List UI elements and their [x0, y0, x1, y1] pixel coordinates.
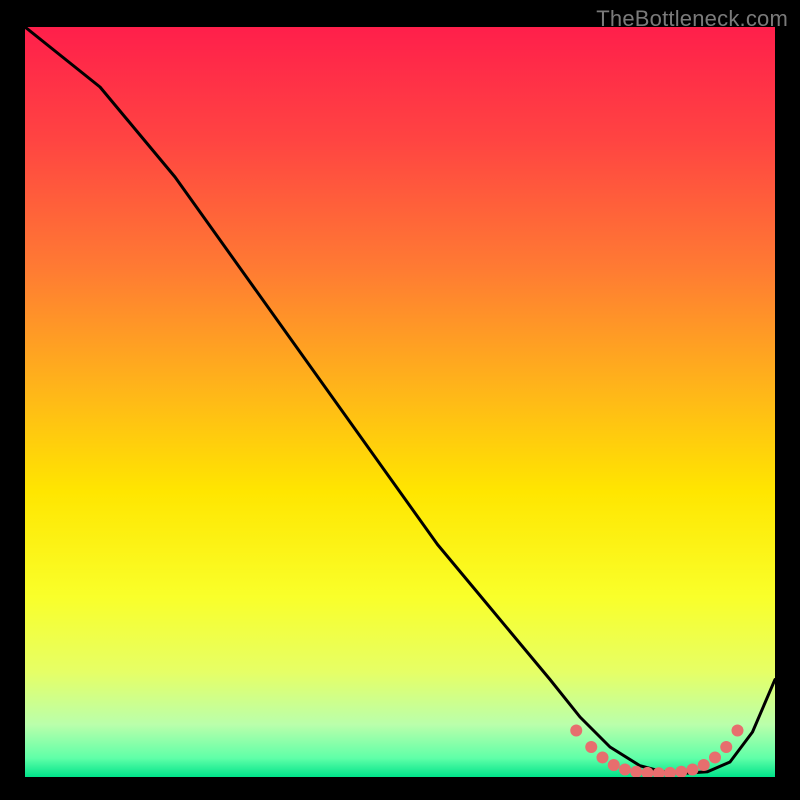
marker-dot: [619, 764, 631, 776]
marker-dot: [720, 741, 732, 753]
marker-dot: [585, 741, 597, 753]
marker-dot: [687, 764, 699, 776]
bottleneck-chart: [25, 27, 775, 777]
marker-dot: [709, 752, 721, 764]
chart-frame: TheBottleneck.com: [0, 0, 800, 800]
chart-background: [25, 27, 775, 777]
marker-dot: [732, 725, 744, 737]
marker-dot: [597, 752, 609, 764]
marker-dot: [570, 725, 582, 737]
marker-dot: [608, 759, 620, 771]
marker-dot: [698, 759, 710, 771]
